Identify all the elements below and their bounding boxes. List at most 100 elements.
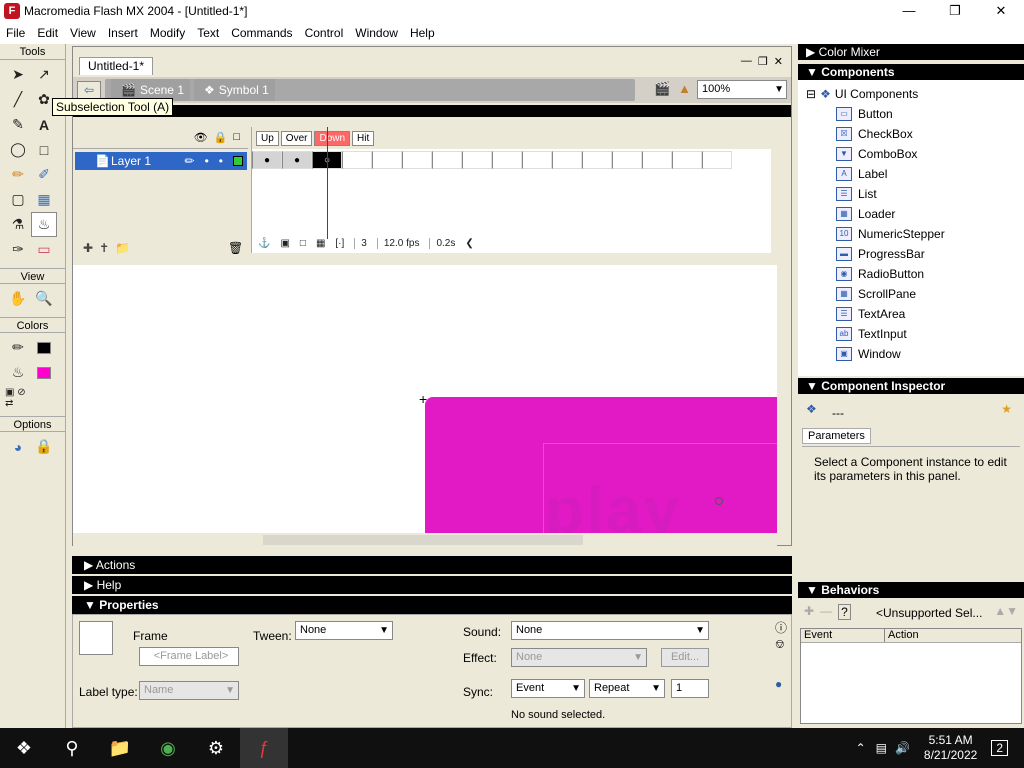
tween-select[interactable]: None ▼	[295, 621, 393, 640]
component-combobox[interactable]: ▼ ComboBox	[836, 144, 1016, 164]
stage-horizontal-scrollbar[interactable]	[73, 533, 777, 547]
ui-components-folder[interactable]: ⊟ ❖ UI Components	[806, 84, 1016, 104]
minimize-button[interactable]: —	[886, 0, 932, 22]
swap-colors-icon[interactable]: ▣ ⊘ ⇄	[5, 385, 31, 410]
center-frame-icon[interactable]: ⚓	[258, 238, 270, 249]
component-label[interactable]: A Label	[836, 164, 1016, 184]
chevron-up-icon[interactable]: ⌃	[856, 741, 866, 755]
menu-file[interactable]: File	[0, 26, 31, 40]
restore-button[interactable]: ❐	[932, 0, 978, 22]
component-list[interactable]: ☰ List	[836, 184, 1016, 204]
edit-symbols-icon[interactable]: ▲	[678, 81, 691, 97]
frame-cell[interactable]	[672, 151, 702, 169]
star-icon[interactable]: ★	[1001, 402, 1012, 416]
search-icon[interactable]: ⚲	[48, 728, 96, 768]
frame-cell[interactable]	[552, 151, 582, 169]
rectangle-tool-icon[interactable]: □	[31, 137, 57, 162]
fill-transform-tool-icon[interactable]: ▦	[31, 187, 57, 212]
zoom-select[interactable]: 100% ▼	[697, 80, 787, 99]
eye-icon[interactable]: 👁	[194, 131, 208, 144]
ink-bottle-tool-icon[interactable]: ⚗	[5, 212, 31, 237]
fill-color-swatch[interactable]	[31, 360, 57, 385]
flash-taskbar-icon[interactable]: ƒ	[240, 728, 288, 768]
help-icon[interactable]: ?	[838, 604, 851, 620]
parameters-tab[interactable]: Parameters	[802, 428, 871, 444]
help-panel-header[interactable]: ▶ Help	[72, 576, 792, 594]
component-textinput[interactable]: ab TextInput	[836, 324, 1016, 344]
hand-tool-icon[interactable]: ✋	[5, 286, 31, 311]
effect-select[interactable]: None ▼	[511, 648, 647, 667]
file-explorer-icon[interactable]: 📁	[96, 728, 144, 768]
frame-cell[interactable]	[582, 151, 612, 169]
stage-vertical-scrollbar[interactable]	[777, 265, 791, 533]
clock[interactable]: 5:51 AM 8/21/2022	[924, 733, 977, 763]
gap-size-icon[interactable]: ◕	[5, 434, 31, 459]
frame-label-down[interactable]: Down	[314, 130, 351, 146]
playhead[interactable]	[327, 127, 328, 239]
stroke-color-swatch[interactable]	[31, 335, 57, 360]
help-icon[interactable]: ⓘ	[775, 619, 787, 636]
transform-point[interactable]	[715, 497, 723, 505]
color-mixer-header[interactable]: ▶ Color Mixer	[798, 44, 1024, 60]
stage[interactable]: play +	[73, 265, 777, 533]
lock-icon[interactable]: 🔒	[214, 131, 228, 144]
frame-label-input[interactable]: <Frame Label>	[139, 647, 239, 666]
add-behavior-icon[interactable]: ✚	[804, 604, 814, 620]
windows-start-icon[interactable]: ❖	[0, 728, 48, 768]
paint-bucket-tool-icon[interactable]: ♨	[31, 212, 57, 237]
label-type-select[interactable]: Name ▼	[139, 681, 239, 700]
frame-label-up[interactable]: Up	[256, 130, 279, 146]
menu-help[interactable]: Help	[404, 26, 441, 40]
delete-layer-icon[interactable]: 🗑	[228, 241, 243, 255]
eraser-tool-icon[interactable]: ▭	[31, 237, 57, 262]
menu-commands[interactable]: Commands	[225, 26, 298, 40]
reorder-icon[interactable]: ▲▼	[994, 604, 1018, 618]
network-icon[interactable]: ▤	[876, 741, 887, 755]
settings-gear-icon[interactable]: ⚙	[192, 728, 240, 768]
menu-window[interactable]: Window	[349, 26, 404, 40]
brush-tool-icon[interactable]: ✐	[31, 162, 57, 187]
button-shape[interactable]: play	[425, 397, 777, 533]
frame-cell[interactable]	[612, 151, 642, 169]
properties-panel-header[interactable]: ▼ Properties	[72, 596, 792, 614]
outline-icon[interactable]: □	[233, 131, 240, 144]
component-window[interactable]: ▣ Window	[836, 344, 1016, 364]
scroll-left-icon[interactable]: ❮	[465, 238, 473, 249]
doc-restore-button[interactable]: ❐	[758, 55, 768, 68]
close-button[interactable]: ✕	[978, 0, 1024, 22]
repeat-select[interactable]: Repeat ▼	[589, 679, 665, 698]
behaviors-header[interactable]: ▼ Behaviors	[798, 582, 1024, 598]
frame-cell[interactable]	[402, 151, 432, 169]
repeat-count-input[interactable]: 1	[671, 679, 709, 698]
layer-row[interactable]: 📄 Layer 1 ✏ • •	[75, 152, 247, 170]
menu-control[interactable]: Control	[299, 26, 350, 40]
edit-button[interactable]: Edit...	[661, 648, 709, 667]
component-scrollpane[interactable]: ▦ ScrollPane	[836, 284, 1016, 304]
frame-cell[interactable]	[492, 151, 522, 169]
outline-color-box[interactable]	[233, 156, 243, 166]
menu-modify[interactable]: Modify	[144, 26, 191, 40]
menu-edit[interactable]: Edit	[31, 26, 64, 40]
onion-skin-icon[interactable]: ▣	[280, 238, 289, 249]
frame-cell[interactable]	[702, 151, 732, 169]
menu-text[interactable]: Text	[191, 26, 225, 40]
frame-cell[interactable]	[372, 151, 402, 169]
arrow-tool-icon[interactable]: ➤	[5, 62, 31, 87]
frame-cell[interactable]	[522, 151, 552, 169]
free-transform-tool-icon[interactable]: ▢	[5, 187, 31, 212]
component-progressbar[interactable]: ▬ ProgressBar	[836, 244, 1016, 264]
chrome-icon[interactable]: ◉	[144, 728, 192, 768]
component-loader[interactable]: ▦ Loader	[836, 204, 1016, 224]
zoom-tool-icon[interactable]: 🔍	[31, 286, 57, 311]
frame-cell[interactable]	[642, 151, 672, 169]
menu-insert[interactable]: Insert	[102, 26, 144, 40]
remove-behavior-icon[interactable]: —	[820, 604, 832, 620]
volume-icon[interactable]: 🔊	[895, 741, 910, 755]
insert-layer-folder-icon[interactable]: 📁	[115, 241, 130, 255]
sync-select[interactable]: Event ▼	[511, 679, 585, 698]
document-tab[interactable]: Untitled-1*	[79, 57, 154, 75]
doc-close-button[interactable]: ✕	[774, 55, 783, 68]
edit-multiple-frames-icon[interactable]: ▦	[316, 238, 325, 249]
menu-view[interactable]: View	[64, 26, 102, 40]
actions-panel-header[interactable]: ▶ Actions	[72, 556, 792, 574]
